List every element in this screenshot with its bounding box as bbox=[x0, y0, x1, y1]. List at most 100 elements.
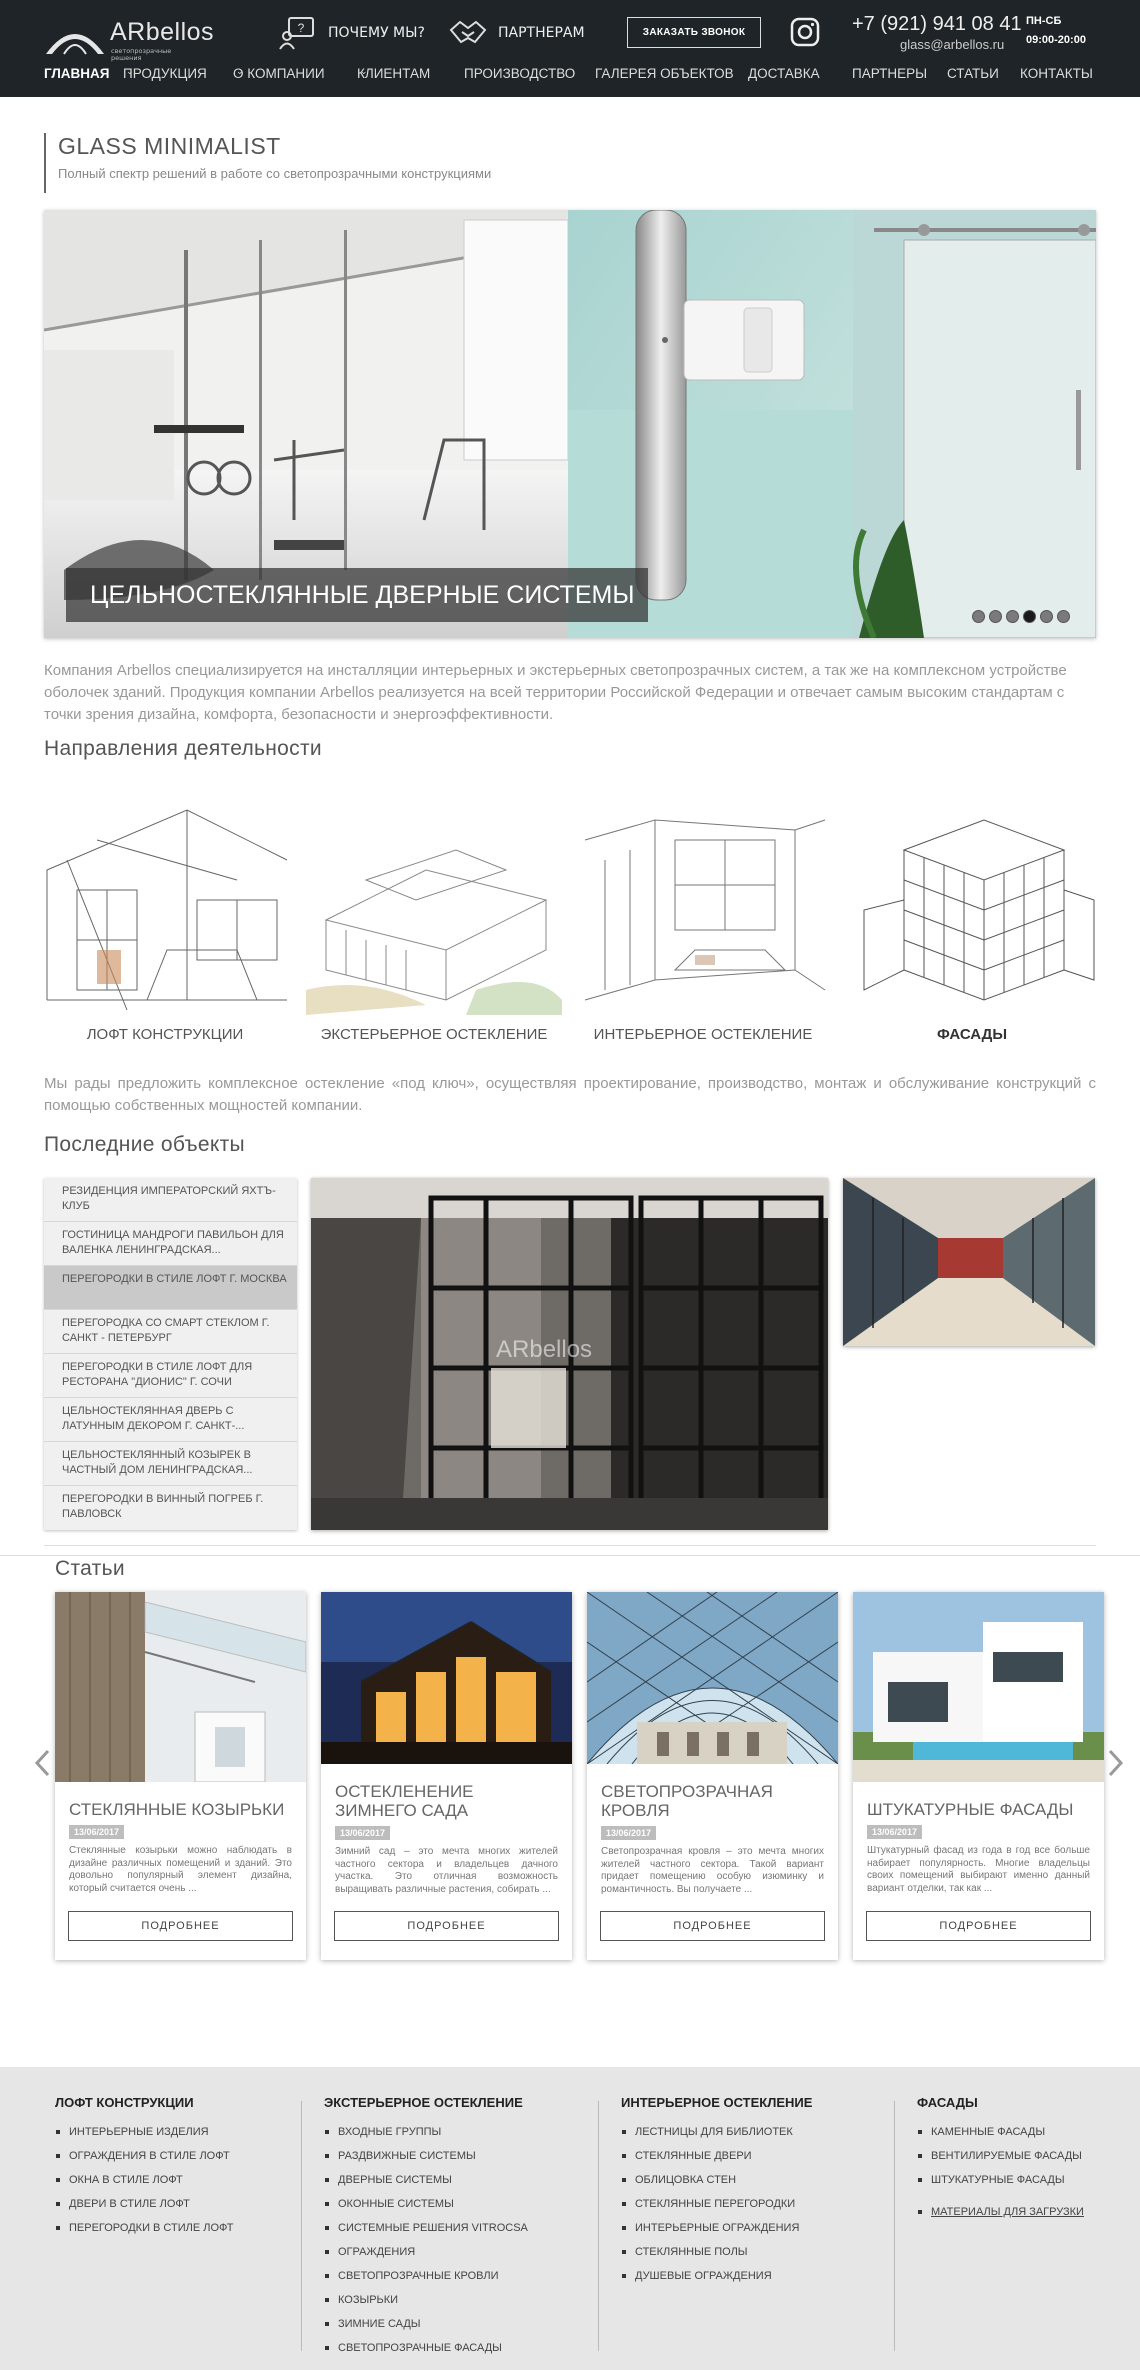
footer-divider bbox=[598, 2101, 599, 2351]
offer-text: Мы рады предложить комплексное остеклени… bbox=[44, 1075, 1096, 1114]
footer-heading[interactable]: ЭКСТЕРЬЕРНОЕ ОСТЕКЛЕНИЕ bbox=[324, 2095, 528, 2110]
email-address[interactable]: glass@arbellos.ru bbox=[900, 37, 1004, 52]
footer-link[interactable]: ИНТЕРЬЕРНЫЕ ИЗДЕЛИЯ bbox=[55, 2120, 234, 2144]
read-more-button[interactable]: ПОДРОБНЕЕ bbox=[68, 1911, 293, 1941]
footer-link[interactable]: ПЕРЕГОРОДКИ В СТИЛЕ ЛОФТ bbox=[55, 2216, 234, 2240]
footer-link[interactable]: ДВЕРИ В СТИЛЕ ЛОФТ bbox=[55, 2192, 234, 2216]
intro-text: Компания Arbellos специализируется на ин… bbox=[44, 662, 1067, 723]
slider-dot[interactable] bbox=[972, 610, 985, 623]
slider-dot[interactable] bbox=[1006, 610, 1019, 623]
exterior-sketch-image bbox=[306, 849, 562, 1015]
footer-link[interactable]: ОГРАЖДЕНИЯ В СТИЛЕ ЛОФТ bbox=[55, 2144, 234, 2168]
footer-link[interactable]: СИСТЕМНЫЕ РЕШЕНИЯ VITROCSA bbox=[324, 2216, 528, 2240]
footer-link[interactable]: ЗИМНИЕ САДЫ bbox=[324, 2312, 528, 2336]
direction-card-loft[interactable]: ЛОФТ КОНСТРУКЦИИ bbox=[37, 800, 293, 1056]
article-title[interactable]: СТЕКЛЯННЫЕ КОЗЫРЬКИ bbox=[69, 1800, 292, 1819]
call-request-button[interactable]: ЗАКАЗАТЬ ЗВОНОК bbox=[627, 17, 761, 48]
articles-heading: Статьи bbox=[55, 1557, 125, 1580]
article-title[interactable]: СВЕТОПРОЗРАЧНАЯ КРОВЛЯ bbox=[601, 1782, 824, 1820]
slider-dot[interactable] bbox=[1040, 610, 1053, 623]
article-image bbox=[853, 1592, 1104, 1782]
partners-top-link[interactable]: ПАРТНЕРАМ bbox=[448, 16, 585, 50]
nav-label: ПАРТНЕРЫ bbox=[852, 66, 928, 81]
slider-dot[interactable] bbox=[1057, 610, 1070, 623]
read-more-button[interactable]: ПОДРОБНЕЕ bbox=[334, 1911, 559, 1941]
footer-link[interactable]: ОБЛИЦОВКА СТЕН bbox=[621, 2168, 812, 2192]
footer-link[interactable]: ОГРАЖДЕНИЯ bbox=[324, 2240, 528, 2264]
logo-brand: ARbellos bbox=[110, 18, 215, 46]
why-us-link[interactable]: ? ПОЧЕМУ МЫ? bbox=[278, 16, 425, 50]
footer-column-facades: ФАСАДЫ КАМЕННЫЕ ФАСАДЫ ВЕНТИЛИРУЕМЫЕ ФАС… bbox=[917, 2095, 1084, 2224]
footer-link[interactable]: ЛЕСТНИЦЫ ДЛЯ БИБЛИОТЕК bbox=[621, 2120, 812, 2144]
article-excerpt: Штукатурный фасад из года в год все боль… bbox=[867, 1845, 1090, 1894]
list-item[interactable]: ГОСТИНИЦА МАНДРОГИ ПАВИЛЬОН ДЛЯ ВАЛЕНКА … bbox=[44, 1222, 297, 1266]
article-card[interactable]: ОСТЕКЛЕНЕНИЕ ЗИМНЕГО САДА 13/06/2017 Зим… bbox=[321, 1592, 572, 1960]
footer-link[interactable]: КАМЕННЫЕ ФАСАДЫ bbox=[917, 2120, 1084, 2144]
footer-link[interactable]: ДУШЕВЫЕ ОГРАЖДЕНИЯ bbox=[621, 2264, 812, 2288]
list-item[interactable]: ПЕРЕГОРОДКА СО СМАРТ СТЕКЛОМ Г. САНКТ - … bbox=[44, 1310, 297, 1354]
footer-link[interactable]: ДВЕРНЫЕ СИСТЕМЫ bbox=[324, 2168, 528, 2192]
site-footer: ЛОФТ КОНСТРУКЦИИ ИНТЕРЬЕРНЫЕ ИЗДЕЛИЯ ОГР… bbox=[0, 2067, 1140, 2370]
direction-label: ЭКСТЕРЬЕРНОЕ ОСТЕКЛЕНИЕ bbox=[320, 1026, 548, 1043]
slider-dot[interactable] bbox=[1023, 610, 1036, 623]
object-side-image[interactable] bbox=[843, 1178, 1095, 1346]
downloads-link[interactable]: МАТЕРИАЛЫ ДЛЯ ЗАГРУЗКИ bbox=[917, 2200, 1084, 2224]
slider-dot[interactable] bbox=[989, 610, 1002, 623]
footer-link[interactable]: СТЕКЛЯННЫЕ ПЕРЕГОРОДКИ bbox=[621, 2192, 812, 2216]
article-image bbox=[321, 1592, 572, 1764]
direction-label: ИНТЕРЬЕРНОЕ ОСТЕКЛЕНИЕ bbox=[593, 1026, 813, 1043]
article-card[interactable]: СТЕКЛЯННЫЕ КОЗЫРЬКИ 13/06/2017 Стеклянны… bbox=[55, 1592, 306, 1960]
footer-link[interactable]: ШТУКАТУРНЫЕ ФАСАДЫ bbox=[917, 2168, 1084, 2192]
corridor-photo bbox=[843, 1178, 1095, 1346]
footer-heading[interactable]: ФАСАДЫ bbox=[917, 2095, 1084, 2110]
main-nav: ГЛАВНАЯ ПРОДУКЦИЯ ⌄ О КОМПАНИИ ⌄ КЛИЕНТАМ ⌄… bbox=[44, 66, 1096, 88]
logo[interactable]: ARbellos светопрозрачные решения bbox=[44, 16, 215, 62]
list-item[interactable]: ЦЕЛЬНОСТЕКЛЯННАЯ ДВЕРЬ С ЛАТУННЫМ ДЕКОРО… bbox=[44, 1398, 297, 1442]
read-more-button[interactable]: ПОДРОБНЕЕ bbox=[600, 1911, 825, 1941]
logo-arch-icon bbox=[46, 34, 104, 55]
article-date: 13/06/2017 bbox=[335, 1826, 391, 1840]
object-main-image[interactable]: ARbellos bbox=[311, 1178, 828, 1530]
footer-link[interactable]: СТЕКЛЯННЫЕ ДВЕРИ bbox=[621, 2144, 812, 2168]
direction-card-interior[interactable]: ИНТЕРЬЕРНОЕ ОСТЕКЛЕНИЕ bbox=[575, 800, 831, 1056]
chevron-right-icon[interactable] bbox=[1107, 1748, 1125, 1778]
article-date: 13/06/2017 bbox=[601, 1826, 657, 1840]
directions-heading: Направления деятельности bbox=[44, 737, 322, 760]
footer-link[interactable]: ОКОННЫЕ СИСТЕМЫ bbox=[324, 2192, 528, 2216]
list-item[interactable]: ПЕРЕГОРОДКИ В ВИННЫЙ ПОГРЕБ Г. ПАВЛОВСК bbox=[44, 1486, 297, 1530]
footer-link[interactable]: СВЕТОПРОЗРАЧНЫЕ КРОВЛИ bbox=[324, 2264, 528, 2288]
working-days: ПН-СБ bbox=[1026, 15, 1062, 27]
hero-slider[interactable]: ЦЕЛЬНОСТЕКЛЯННЫЕ ДВЕРНЫЕ СИСТЕМЫ bbox=[44, 210, 1096, 638]
footer-link[interactable]: ВХОДНЫЕ ГРУППЫ bbox=[324, 2120, 528, 2144]
handshake-icon bbox=[449, 20, 487, 44]
footer-link[interactable]: КОЗЫРЬКИ bbox=[324, 2288, 528, 2312]
read-more-button[interactable]: ПОДРОБНЕЕ bbox=[866, 1911, 1091, 1941]
footer-link[interactable]: ОКНА В СТИЛЕ ЛОФТ bbox=[55, 2168, 234, 2192]
instagram-icon[interactable] bbox=[790, 17, 820, 47]
list-item[interactable]: ЦЕЛЬНОСТЕКЛЯННЫЙ КОЗЫРЕК В ЧАСТНЫЙ ДОМ Л… bbox=[44, 1442, 297, 1486]
article-title[interactable]: ШТУКАТУРНЫЕ ФАСАДЫ bbox=[867, 1800, 1090, 1819]
direction-card-facades[interactable]: ФАСАДЫ bbox=[844, 800, 1100, 1056]
footer-link[interactable]: ИНТЕРЬЕРНЫЕ ОГРАЖДЕНИЯ bbox=[621, 2216, 812, 2240]
article-excerpt: Зимний сад – это мечта многих жителей ча… bbox=[335, 1846, 558, 1895]
footer-heading[interactable]: ИНТЕРЬЕРНОЕ ОСТЕКЛЕНИЕ bbox=[621, 2095, 812, 2110]
list-item[interactable]: ПЕРЕГОРОДКИ В СТИЛЕ ЛОФТ Г. МОСКВА bbox=[44, 1266, 297, 1310]
phone-number[interactable]: +7 (921) 941 08 41 bbox=[852, 13, 1022, 36]
nav-label: ПРОИЗВОДСТВО bbox=[464, 66, 576, 81]
footer-link[interactable]: СТЕКЛЯННЫЕ ПОЛЫ bbox=[621, 2240, 812, 2264]
article-title[interactable]: ОСТЕКЛЕНЕНИЕ ЗИМНЕГО САДА bbox=[335, 1782, 558, 1820]
footer-heading[interactable]: ЛОФТ КОНСТРУКЦИИ bbox=[55, 2095, 234, 2110]
chevron-left-icon[interactable] bbox=[33, 1748, 51, 1778]
direction-card-exterior[interactable]: ЭКСТЕРЬЕРНОЕ ОСТЕКЛЕНИЕ bbox=[306, 800, 562, 1056]
footer-link[interactable]: РАЗДВИЖНЫЕ СИСТЕМЫ bbox=[324, 2144, 528, 2168]
footer-link[interactable]: ВЕНТИЛИРУЕМЫЕ ФАСАДЫ bbox=[917, 2144, 1084, 2168]
list-item[interactable]: РЕЗИДЕНЦИЯ ИМПЕРАТОРСКИЙ ЯХТЪ-КЛУБ bbox=[44, 1178, 297, 1222]
watermark-logo: ARbellos bbox=[496, 1336, 593, 1363]
interior-sketch-image bbox=[584, 819, 826, 1001]
footer-link[interactable]: СВЕТОПРОЗРАЧНЫЕ ФАСАДЫ bbox=[324, 2336, 528, 2360]
article-card[interactable]: ШТУКАТУРНЫЕ ФАСАДЫ 13/06/2017 Штукатурны… bbox=[853, 1592, 1104, 1960]
direction-label: ЛОФТ КОНСТРУКЦИИ bbox=[86, 1026, 244, 1043]
list-item[interactable]: ПЕРЕГОРОДКИ В СТИЛЕ ЛОФТ ДЛЯ РЕСТОРАНА "… bbox=[44, 1354, 297, 1398]
nav-label: СТАТЬИ bbox=[947, 66, 999, 81]
article-card[interactable]: СВЕТОПРОЗРАЧНАЯ КРОВЛЯ 13/06/2017 Светоп… bbox=[587, 1592, 838, 1960]
